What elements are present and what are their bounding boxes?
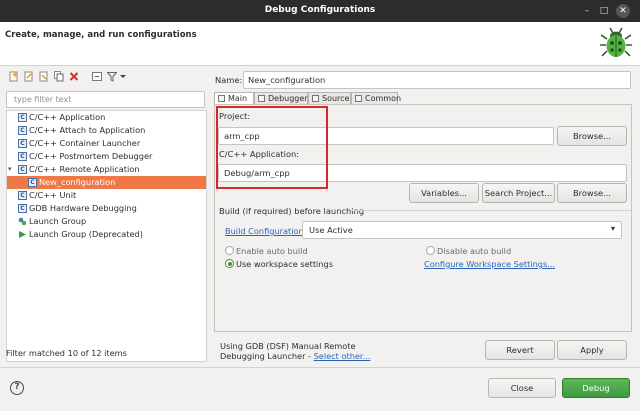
tree-item[interactable]: C GDB Hardware Debugging <box>17 202 197 215</box>
close-window-button[interactable]: ✕ <box>616 4 630 18</box>
bug-icon <box>600 27 632 57</box>
tab-label: Debugger <box>268 94 308 103</box>
enable-auto-build-label: Enable auto build <box>236 246 308 256</box>
disable-auto-build-label: Disable auto build <box>437 246 512 256</box>
tab-label: Common <box>365 94 402 103</box>
tree-item[interactable]: C C/C++ Attach to Application <box>17 124 197 137</box>
filter-input[interactable] <box>6 91 205 108</box>
debugger-tab-icon <box>258 95 265 102</box>
filter-status: Filter matched 10 of 12 items <box>6 348 127 358</box>
browse-application-button[interactable]: Browse... <box>557 183 627 203</box>
tree-item-label: C/C++ Remote Application <box>29 164 140 174</box>
chevron-down-icon[interactable]: ▾ <box>8 163 12 176</box>
dialog-header: Create, manage, and run configurations <box>0 22 640 66</box>
delete-icon[interactable] <box>69 71 79 82</box>
common-tab-icon <box>355 95 362 102</box>
export-config-icon[interactable] <box>24 71 34 82</box>
window-title: Debug Configurations <box>264 5 376 15</box>
select-other-link[interactable]: Select other... <box>314 351 371 361</box>
variables-button[interactable]: Variables... <box>409 183 479 203</box>
tab-label: Source <box>322 94 350 103</box>
collapse-all-icon[interactable] <box>92 71 102 82</box>
c-config-icon: C <box>28 178 37 187</box>
tree-item-label: C/C++ Container Launcher <box>29 138 141 148</box>
tab-common[interactable]: Common <box>351 92 402 104</box>
c-config-icon: C <box>18 113 27 122</box>
c-config-icon: C <box>18 204 27 213</box>
help-icon[interactable]: ? <box>10 381 24 395</box>
footer-divider <box>0 367 640 368</box>
tree-item-label: C/C++ Postmortem Debugger <box>29 151 153 161</box>
tree-item-label: GDB Hardware Debugging <box>29 203 137 213</box>
tab-debugger[interactable]: Debugger <box>254 92 308 104</box>
c-config-icon: C <box>18 139 27 148</box>
new-config-icon[interactable] <box>9 71 19 82</box>
duplicate-icon[interactable] <box>54 71 64 82</box>
chevron-down-icon[interactable] <box>119 71 127 82</box>
name-input[interactable]: New_configuration <box>243 71 631 89</box>
use-workspace-settings-label: Use workspace settings <box>236 259 333 269</box>
c-config-icon: C <box>18 191 27 200</box>
tab-source[interactable]: Source <box>308 92 351 104</box>
tree-item[interactable]: ▾ C C/C++ Remote Application <box>7 163 197 176</box>
tree-item-label: C/C++ Application <box>29 112 106 122</box>
main-tab-icon <box>218 95 225 102</box>
config-tree[interactable]: C C/C++ Application C C/C++ Attach to Ap… <box>6 110 207 362</box>
filter-icon[interactable] <box>107 71 117 82</box>
tree-item[interactable]: Launch Group <box>17 215 197 228</box>
search-project-button[interactable]: Search Project... <box>482 183 555 203</box>
tree-item-selected[interactable]: C New_configuration <box>7 176 206 189</box>
launch-group-deprecated-icon <box>19 231 26 238</box>
enable-auto-build-radio[interactable] <box>225 246 234 255</box>
group-divider <box>351 210 631 211</box>
launcher-info: Using GDB (DSF) Manual Remote Debugging … <box>220 341 380 361</box>
configure-workspace-settings-link[interactable]: Configure Workspace Settings... <box>424 259 555 269</box>
build-configuration-select[interactable]: Use Active ▾ <box>302 221 622 239</box>
title-bar: Debug Configurations – □ ✕ <box>0 0 640 22</box>
apply-button[interactable]: Apply <box>557 340 627 360</box>
tree-item[interactable]: C C/C++ Application <box>17 111 197 124</box>
tree-item[interactable]: C C/C++ Container Launcher <box>17 137 197 150</box>
tree-item-label: New_configuration <box>39 177 116 187</box>
tree-item[interactable]: C C/C++ Unit <box>17 189 197 202</box>
header-message: Create, manage, and run configurations <box>5 30 197 40</box>
c-config-icon: C <box>18 152 27 161</box>
project-input[interactable]: arm_cpp <box>218 127 554 145</box>
revert-button[interactable]: Revert <box>485 340 555 360</box>
browse-project-button[interactable]: Browse... <box>557 126 627 146</box>
tab-main[interactable]: Main <box>214 92 254 104</box>
tree-item-label: Launch Group (Deprecated) <box>29 229 143 239</box>
build-configuration-value: Use Active <box>309 225 353 235</box>
c-config-icon: C <box>18 165 27 174</box>
name-label: Name: <box>215 75 243 85</box>
minimize-button[interactable]: – <box>581 5 593 17</box>
project-label: Project: <box>219 111 251 121</box>
tree-item-label: C/C++ Unit <box>29 190 77 200</box>
disable-auto-build-radio[interactable] <box>426 246 435 255</box>
tree-item[interactable]: C C/C++ Postmortem Debugger <box>17 150 197 163</box>
import-config-icon[interactable] <box>39 71 49 82</box>
chevron-down-icon: ▾ <box>610 224 615 233</box>
close-button[interactable]: Close <box>488 378 556 398</box>
tab-label: Main <box>228 94 248 103</box>
build-configuration-link[interactable]: Build Configuration: <box>225 226 306 236</box>
source-tab-icon <box>312 95 319 102</box>
launch-group-icon <box>18 217 27 226</box>
application-label: C/C++ Application: <box>219 149 300 159</box>
application-input[interactable]: Debug/arm_cpp <box>218 164 627 182</box>
maximize-button[interactable]: □ <box>598 5 610 17</box>
build-group-label: Build (if required) before launching <box>219 206 365 216</box>
c-config-icon: C <box>18 126 27 135</box>
tree-item-label: Launch Group <box>29 216 87 226</box>
tree-item-label: C/C++ Attach to Application <box>29 125 146 135</box>
use-workspace-settings-radio[interactable] <box>225 259 234 268</box>
debug-button[interactable]: Debug <box>562 378 630 398</box>
tree-item[interactable]: Launch Group (Deprecated) <box>17 228 197 241</box>
